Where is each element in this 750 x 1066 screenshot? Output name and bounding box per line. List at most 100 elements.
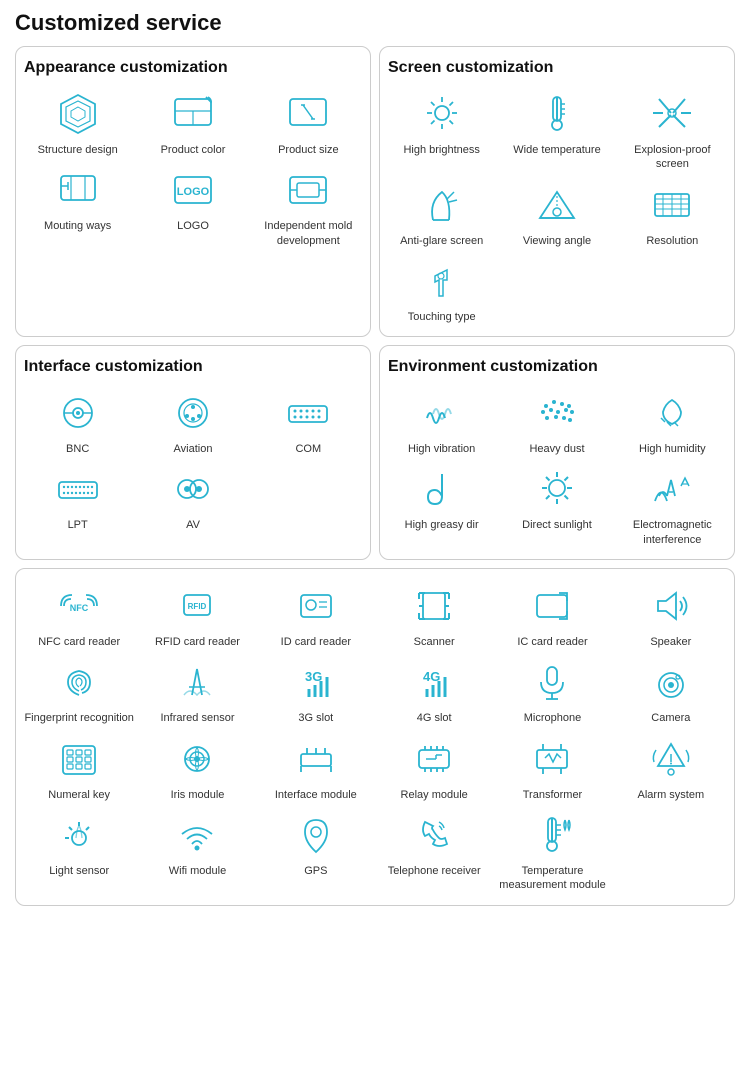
nfc-icon: NFC bbox=[54, 581, 104, 631]
alarm-system-label: Alarm system bbox=[638, 788, 705, 802]
svg-text:NFC: NFC bbox=[70, 603, 89, 613]
list-item: Interface module bbox=[261, 734, 371, 802]
com-icon bbox=[283, 388, 333, 438]
list-item: Anti-glare screen bbox=[388, 180, 495, 248]
list-item: Resolution bbox=[619, 180, 726, 248]
resolution-icon bbox=[647, 180, 697, 230]
anti-glare-icon bbox=[417, 180, 467, 230]
alarm-system-icon bbox=[646, 734, 696, 784]
direct-sunlight-icon bbox=[532, 464, 582, 514]
list-item: LOGO LOGO bbox=[139, 165, 246, 248]
product-color-icon bbox=[168, 89, 218, 139]
list-item: Independent mold development bbox=[255, 165, 362, 248]
list-item: Iris module bbox=[142, 734, 252, 802]
list-item: Wide temperature bbox=[503, 89, 610, 172]
4g-label: 4G slot bbox=[417, 711, 452, 725]
gps-icon bbox=[291, 810, 341, 860]
wide-temperature-label: Wide temperature bbox=[513, 143, 600, 157]
touching-type-icon bbox=[417, 256, 467, 306]
wide-temperature-icon bbox=[532, 89, 582, 139]
explosion-proof-label: Explosion-proof screen bbox=[619, 143, 726, 172]
speaker-label: Speaker bbox=[650, 635, 691, 649]
list-item: High brightness bbox=[388, 89, 495, 172]
relay-module-icon bbox=[409, 734, 459, 784]
screen-title: Screen customization bbox=[388, 59, 726, 77]
list-item: Electromagnetic interference bbox=[619, 464, 726, 547]
mold-development-label: Independent mold development bbox=[255, 219, 362, 248]
list-item: GPS bbox=[261, 810, 371, 893]
telephone-icon bbox=[409, 810, 459, 860]
environment-grid: High vibration bbox=[388, 388, 726, 547]
fingerprint-label: Fingerprint recognition bbox=[24, 711, 133, 725]
list-item: High vibration bbox=[388, 388, 495, 456]
structure-design-label: Structure design bbox=[38, 143, 118, 157]
environment-section: Environment customization High vibration bbox=[379, 345, 735, 560]
bnc-icon bbox=[53, 388, 103, 438]
list-item: AV bbox=[139, 464, 246, 532]
appearance-section: Appearance customization Structure desig… bbox=[15, 46, 371, 337]
aviation-icon bbox=[168, 388, 218, 438]
high-brightness-label: High brightness bbox=[403, 143, 479, 157]
high-greasy-icon bbox=[417, 464, 467, 514]
appearance-title: Appearance customization bbox=[24, 59, 362, 77]
lpt-icon bbox=[53, 464, 103, 514]
fingerprint-icon bbox=[54, 657, 104, 707]
mold-development-icon bbox=[283, 165, 333, 215]
appearance-grid: Structure design Product color bbox=[24, 89, 362, 248]
interface-module-icon bbox=[291, 734, 341, 784]
id-card-icon bbox=[291, 581, 341, 631]
high-humidity-icon bbox=[647, 388, 697, 438]
light-sensor-icon bbox=[54, 810, 104, 860]
screen-section: Screen customization bbox=[379, 46, 735, 337]
list-item: LPT bbox=[24, 464, 131, 532]
list-item: Infrared sensor bbox=[142, 657, 252, 725]
list-item: Touching type bbox=[388, 256, 495, 324]
product-color-label: Product color bbox=[161, 143, 226, 157]
com-label: COM bbox=[295, 442, 321, 456]
electromagnetic-label: Electromagnetic interference bbox=[619, 518, 726, 547]
environment-title: Environment customization bbox=[388, 358, 726, 376]
list-item: RFID RFID card reader bbox=[142, 581, 252, 649]
list-item: Camera bbox=[616, 657, 726, 725]
interface-grid: BNC Aviation bbox=[24, 388, 362, 533]
light-sensor-label: Light sensor bbox=[49, 864, 109, 878]
wifi-module-label: Wifi module bbox=[169, 864, 226, 878]
speaker-icon bbox=[646, 581, 696, 631]
page-title: Customized service bbox=[15, 10, 735, 36]
list-item: Explosion-proof screen bbox=[619, 89, 726, 172]
list-item: Aviation bbox=[139, 388, 246, 456]
list-item: Direct sunlight bbox=[503, 464, 610, 547]
svg-text:RFID: RFID bbox=[188, 602, 207, 611]
ic-card-label: IC card reader bbox=[517, 635, 587, 649]
infrared-icon bbox=[172, 657, 222, 707]
list-item: Telephone receiver bbox=[379, 810, 489, 893]
av-icon bbox=[168, 464, 218, 514]
temperature-icon bbox=[527, 810, 577, 860]
3g-label: 3G slot bbox=[298, 711, 333, 725]
lpt-label: LPT bbox=[68, 518, 88, 532]
high-humidity-label: High humidity bbox=[639, 442, 706, 456]
list-item: COM bbox=[255, 388, 362, 456]
touching-type-label: Touching type bbox=[408, 310, 476, 324]
bnc-label: BNC bbox=[66, 442, 89, 456]
electromagnetic-icon bbox=[647, 464, 697, 514]
mouting-ways-label: Mouting ways bbox=[44, 219, 111, 233]
anti-glare-label: Anti-glare screen bbox=[400, 234, 483, 248]
list-item: Numeral key bbox=[24, 734, 134, 802]
aviation-label: Aviation bbox=[174, 442, 213, 456]
screen-grid: High brightness Wide temperature bbox=[388, 89, 726, 324]
list-item: ID card reader bbox=[261, 581, 371, 649]
product-size-label: Product size bbox=[278, 143, 339, 157]
iris-module-label: Iris module bbox=[171, 788, 225, 802]
list-item: High greasy dir bbox=[388, 464, 495, 547]
3g-icon: 3G bbox=[291, 657, 341, 707]
numeral-key-label: Numeral key bbox=[48, 788, 110, 802]
list-item: Speaker bbox=[616, 581, 726, 649]
product-size-icon bbox=[283, 89, 333, 139]
list-item: Heavy dust bbox=[503, 388, 610, 456]
list-item: Microphone bbox=[497, 657, 607, 725]
list-item: Alarm system bbox=[616, 734, 726, 802]
list-item: Transformer bbox=[497, 734, 607, 802]
list-item: 4G 4G slot bbox=[379, 657, 489, 725]
peripherals-section: NFC NFC card reader RFID RFID card reade… bbox=[15, 568, 735, 905]
